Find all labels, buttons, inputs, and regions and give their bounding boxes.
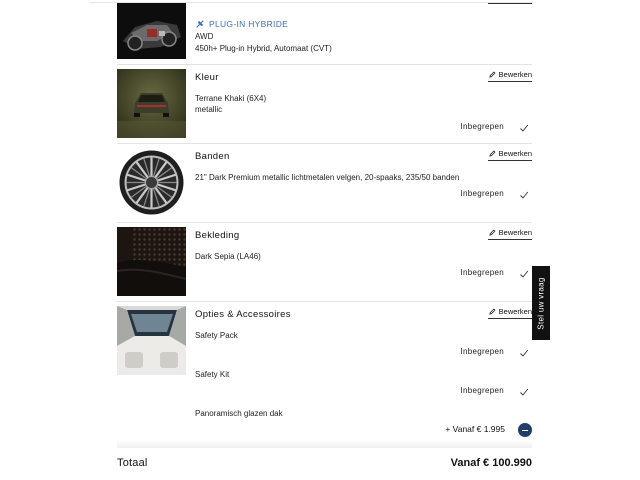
drivetrain-engine: 450h+ Plug-in Hybrid, Automaat (CVT) (195, 44, 332, 53)
panoramic-roof-price: + Vanaf € 1.995 (445, 424, 505, 434)
section-upholstery: Bekleding Bewerken Dark Sepia (LA46) Inb… (117, 227, 532, 297)
divider (117, 64, 532, 65)
remove-option-button[interactable] (518, 423, 532, 437)
section-tires: Banden Bewerken 21" Dark Premium metalli… (117, 148, 532, 218)
checkmark-icon (520, 270, 529, 278)
checkmark-icon (520, 349, 529, 357)
upholstery-status-row: Inbegrepen (195, 268, 532, 280)
options-edit-link[interactable]: Bewerken (488, 305, 532, 319)
divider (117, 222, 532, 223)
pencil-icon (489, 71, 496, 78)
ask-question-tab[interactable]: Stel uw vraag (532, 266, 550, 340)
options-edit-label: Bewerken (498, 307, 532, 316)
section-options: Opties & Accessoires Bewerken Safety Pac… (117, 306, 532, 440)
tires-status-row: Inbegrepen (195, 189, 532, 201)
pencil-icon (489, 229, 496, 236)
color-title: Kleur (195, 72, 219, 83)
configurator-summary: PLUG-IN HYBRIDE AWD 450h+ Plug-in Hybrid… (0, 0, 640, 480)
total-price: Vanaf € 100.990 (450, 457, 532, 469)
drivetrain-image (117, 3, 186, 59)
color-finish: metallic (195, 105, 223, 114)
ask-question-label: Stel uw vraag (536, 276, 546, 330)
safety-pack-status-row: Inbegrepen (195, 347, 532, 359)
color-edit-link[interactable]: Bewerken (488, 68, 532, 82)
tires-edit-link[interactable]: Bewerken (488, 147, 532, 161)
options-title: Opties & Accessoires (195, 309, 291, 320)
options-image (117, 306, 186, 375)
upholstery-image (117, 227, 186, 296)
minus-icon (522, 429, 528, 431)
upholstery-title: Bekleding (195, 230, 240, 241)
footer-shadow (117, 440, 532, 448)
checkmark-icon (520, 191, 529, 199)
option-item-panoramic-roof: Panoramisch glazen dak (195, 409, 283, 418)
checkmark-icon (520, 124, 529, 132)
option-item-safety-pack: Safety Pack (195, 331, 238, 340)
panoramic-roof-price-row: + Vanaf € 1.995 (195, 423, 532, 437)
safety-pack-status: Inbegrepen (460, 347, 504, 356)
section-color: Kleur Bewerken Terrane Khaki (6X4) metal… (117, 69, 532, 139)
checkmark-icon (520, 388, 529, 396)
divider (117, 143, 532, 144)
tires-title: Banden (195, 151, 230, 162)
plug-icon (196, 20, 204, 28)
tires-edit-label: Bewerken (498, 149, 532, 158)
color-edit-label: Bewerken (498, 70, 532, 79)
wheel-image (117, 148, 186, 217)
total-label: Totaal (117, 457, 148, 469)
upholstery-status: Inbegrepen (460, 268, 504, 277)
tires-status: Inbegrepen (460, 189, 504, 198)
tires-description: 21" Dark Premium metallic lichtmetalen v… (195, 173, 460, 182)
plug-in-hybrid-label: PLUG-IN HYBRIDE (209, 19, 289, 29)
color-status-row: Inbegrepen (195, 122, 532, 134)
section-drivetrain: PLUG-IN HYBRIDE AWD 450h+ Plug-in Hybrid… (117, 3, 532, 63)
pencil-icon (489, 150, 496, 157)
drivetrain-awd: AWD (195, 32, 214, 41)
plug-in-hybrid-badge: PLUG-IN HYBRIDE (195, 19, 288, 29)
color-name: Terrane Khaki (6X4) (195, 94, 267, 103)
divider (117, 301, 532, 302)
safety-kit-status: Inbegrepen (460, 386, 504, 395)
option-item-safety-kit: Safety Kit (195, 370, 230, 379)
pencil-icon (489, 308, 496, 315)
color-status: Inbegrepen (460, 122, 504, 131)
color-image (117, 69, 186, 138)
upholstery-name: Dark Sepia (LA46) (195, 252, 261, 261)
upholstery-edit-link[interactable]: Bewerken (488, 226, 532, 240)
upholstery-edit-label: Bewerken (498, 228, 532, 237)
safety-kit-status-row: Inbegrepen (195, 386, 532, 398)
